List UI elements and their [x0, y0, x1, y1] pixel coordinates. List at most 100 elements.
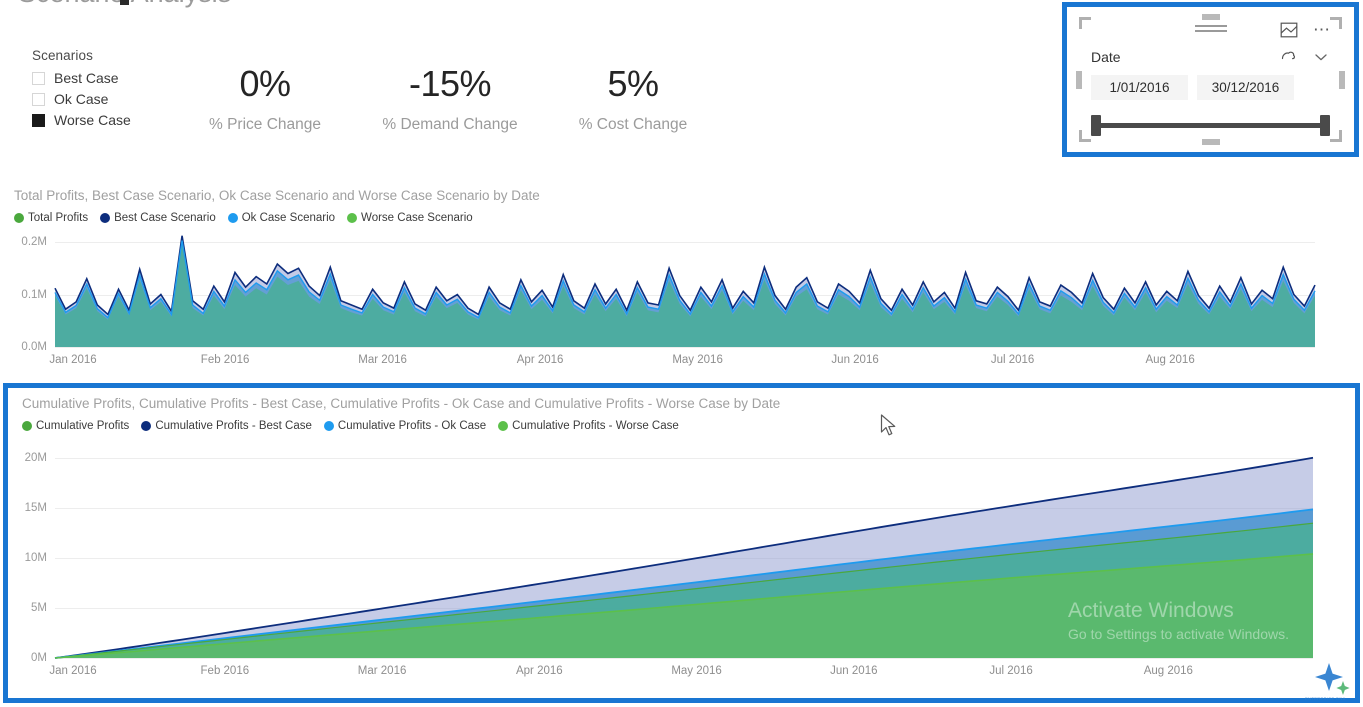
- date-slicer-panel[interactable]: ⋯ Date: [1062, 2, 1359, 157]
- chart-series-group: [54, 456, 1314, 659]
- legend-item-cumulative-profits[interactable]: Cumulative Profits: [22, 420, 129, 432]
- date-slicer-body: ⋯ Date: [1076, 14, 1345, 145]
- y-axis-tick-label: 20M: [24, 452, 47, 464]
- drag-grip-icon[interactable]: [1194, 25, 1227, 34]
- gridline: [55, 658, 1313, 659]
- resize-handle-bottom[interactable]: [1201, 139, 1220, 145]
- x-axis-tick-label: May 2016: [671, 665, 722, 677]
- legend-swatch: [141, 421, 152, 431]
- legend-item-cumulative-best-case[interactable]: Cumulative Profits - Best Case: [141, 420, 312, 432]
- gridline: [55, 347, 1315, 348]
- x-axis-tick-label: Mar 2016: [357, 665, 407, 677]
- y-axis-tick-label: 5M: [31, 602, 47, 614]
- legend-label: Total Profits: [28, 212, 89, 224]
- date-range-inputs: [1091, 75, 1294, 100]
- x-axis-tick-label: Jan 2016: [49, 665, 97, 677]
- x-axis-tick-label: Jul 2016: [989, 665, 1033, 677]
- date-end-input[interactable]: [1197, 75, 1294, 100]
- kpi-card-cost-change: 5% % Cost Change: [548, 66, 718, 134]
- x-axis-tick-label: Jun 2016: [831, 354, 879, 366]
- legend-item-cumulative-worse-case[interactable]: Cumulative Profits - Worse Case: [498, 420, 679, 432]
- title-glyph: [120, 0, 129, 5]
- chart-plot-area[interactable]: 0.0M 0.1M 0.2M Jan 2016 Feb 2016 Mar 2016 Apr …: [21, 235, 1316, 366]
- resize-handle-bottom-left[interactable]: [1079, 130, 1091, 142]
- chart-legend: Cumulative Profits Cumulative Profits - …: [22, 420, 679, 432]
- scenario-item-best-case[interactable]: Best Case: [32, 70, 131, 86]
- legend-swatch: [498, 421, 509, 431]
- date-start-input[interactable]: [1091, 75, 1188, 100]
- y-axis-tick-label: 0.2M: [21, 236, 47, 248]
- x-axis-tick-label: Aug 2016: [1145, 354, 1195, 366]
- slicer-toolbar: ⋯: [1079, 17, 1342, 43]
- resize-handle-left[interactable]: [1076, 70, 1082, 89]
- chart-series-group: [54, 235, 1316, 347]
- legend-label: Cumulative Profits - Worse Case: [512, 420, 679, 432]
- legend-item-cumulative-ok-case[interactable]: Cumulative Profits - Ok Case: [323, 420, 487, 432]
- x-axis-tick-label: Jul 2016: [990, 354, 1035, 366]
- kpi-caption: % Price Change: [208, 116, 321, 133]
- chart-legend: Total Profits Best Case Scenario Ok Case…: [14, 212, 473, 224]
- logo-caption: ENTERPRISE DNA: [1305, 696, 1346, 701]
- mouse-cursor: [880, 414, 898, 443]
- legend-label: Ok Case Scenario: [241, 212, 336, 224]
- x-axis-tick-label: Feb 2016: [200, 665, 250, 677]
- checkbox-best-case[interactable]: [32, 71, 45, 85]
- legend-label: Cumulative Profits - Best Case: [155, 420, 312, 432]
- chevron-down-icon[interactable]: [1314, 50, 1328, 68]
- kpi-value: 0%: [239, 63, 291, 104]
- x-axis-tick-label: Apr 2016: [516, 354, 564, 366]
- kpi-caption: % Demand Change: [382, 116, 518, 133]
- eraser-icon[interactable]: [1280, 49, 1296, 68]
- scenario-label: Best Case: [54, 70, 119, 86]
- focus-mode-icon[interactable]: [1280, 22, 1298, 38]
- legend-item-ok-case[interactable]: Ok Case Scenario: [227, 212, 336, 224]
- y-axis-tick-label: 15M: [24, 502, 47, 514]
- legend-item-worse-case[interactable]: Worse Case Scenario: [347, 212, 473, 224]
- scenario-item-worse-case[interactable]: Worse Case: [32, 112, 131, 128]
- kpi-card-price-change: 0% % Price Change: [180, 66, 350, 134]
- resize-handle-bottom-right[interactable]: [1330, 130, 1342, 142]
- chart-plot-area[interactable]: 0M 5M 10M 15M 20M Jan 2016 Feb 2016 Mar 2016 Apr…: [25, 452, 1314, 677]
- scenario-label: Ok Case: [54, 91, 109, 107]
- corner-logo: ENTERPRISE DNA: [1303, 657, 1361, 705]
- x-axis-tick-label: Jan 2016: [49, 354, 97, 366]
- scenarios-header: Scenarios: [32, 48, 93, 63]
- kpi-value: 5%: [607, 63, 659, 104]
- page-title-remnant: Scenario Analysis: [0, 0, 640, 14]
- resize-handle-right[interactable]: [1339, 70, 1345, 89]
- legend-item-best-case[interactable]: Best Case Scenario: [100, 212, 216, 224]
- legend-swatch: [14, 213, 24, 223]
- slider-handle-start[interactable]: [1091, 115, 1101, 136]
- chart-title: Total Profits, Best Case Scenario, Ok Ca…: [14, 188, 540, 203]
- legend-swatch: [227, 213, 238, 223]
- slider-handle-end[interactable]: [1320, 115, 1330, 136]
- legend-label: Worse Case Scenario: [361, 212, 473, 224]
- scenario-item-ok-case[interactable]: Ok Case: [32, 91, 131, 107]
- date-range-slider[interactable]: [1091, 115, 1330, 137]
- x-axis-tick-label: Feb 2016: [200, 354, 250, 366]
- x-axis-tick-label: May 2016: [672, 354, 723, 366]
- y-axis-tick-label: 0.1M: [21, 288, 47, 301]
- y-axis-tick-label: 10M: [24, 552, 47, 564]
- x-axis-tick-label: Apr 2016: [515, 665, 563, 677]
- legend-swatch: [22, 421, 32, 431]
- legend-swatch: [100, 213, 111, 223]
- legend-swatch: [347, 213, 358, 223]
- chart-panel-daily-profits[interactable]: Total Profits, Best Case Scenario, Ok Ca…: [0, 180, 1363, 380]
- legend-item-total-profits[interactable]: Total Profits: [14, 212, 88, 224]
- legend-label: Cumulative Profits - Ok Case: [337, 420, 487, 432]
- kpi-card-demand-change: -15% % Demand Change: [362, 66, 538, 134]
- legend-label: Best Case Scenario: [114, 212, 216, 224]
- scenarios-slicer: Scenarios Best Case Ok Case Worse Case: [32, 48, 131, 133]
- scenario-label: Worse Case: [54, 112, 131, 128]
- checkbox-ok-case[interactable]: [32, 92, 45, 106]
- kpi-caption: % Cost Change: [578, 116, 688, 133]
- more-options-icon[interactable]: ⋯: [1313, 21, 1332, 38]
- chart-panel-cumulative-profits[interactable]: Cumulative Profits, Cumulative Profits -…: [3, 383, 1360, 703]
- slider-track[interactable]: [1097, 123, 1324, 128]
- y-axis-tick-label: 0.0M: [21, 341, 47, 353]
- checkbox-worse-case[interactable]: [32, 113, 45, 127]
- legend-label: Cumulative Profits: [36, 420, 130, 432]
- date-slicer-label: Date: [1091, 49, 1121, 65]
- chart-title: Cumulative Profits, Cumulative Profits -…: [22, 396, 781, 411]
